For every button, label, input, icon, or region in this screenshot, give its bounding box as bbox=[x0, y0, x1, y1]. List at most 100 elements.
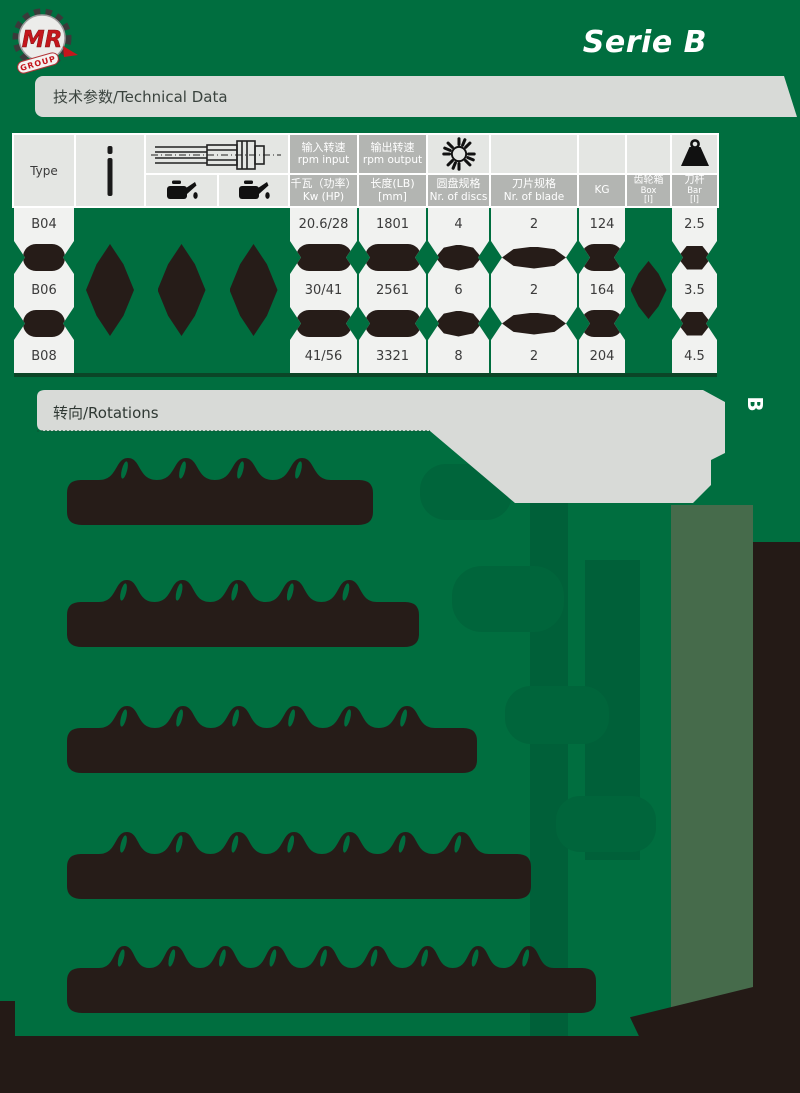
cell-type: B06 bbox=[14, 274, 74, 307]
weight-icon bbox=[677, 138, 713, 170]
technical-data-banner: 技术参数/Technical Data bbox=[35, 76, 797, 117]
cell-bar-oil: 3.5 bbox=[672, 274, 717, 307]
i-bar-icon bbox=[104, 144, 116, 198]
cell-weight: 204 bbox=[579, 340, 625, 373]
column-length: 1801 2561 3321 bbox=[359, 208, 426, 373]
rotation-diagram-redacted bbox=[65, 703, 479, 775]
cell-blades: 2 bbox=[491, 208, 577, 241]
header-discs-en: Nr. of discs bbox=[428, 191, 489, 203]
series-side-tab: B bbox=[743, 389, 767, 419]
cell-power: 20.6/28 bbox=[290, 208, 357, 241]
decor-black-bottom-band bbox=[0, 1036, 800, 1093]
company-logo: MR GROUP bbox=[6, 4, 78, 76]
redacted-cell bbox=[14, 307, 74, 340]
cell-blades: 2 bbox=[491, 340, 577, 373]
header-length-zh: 长度(LB) bbox=[359, 178, 426, 191]
header-rpm-output-zh: 输出转速 bbox=[359, 142, 426, 155]
redacted-value-blob bbox=[296, 244, 352, 271]
spec-table-header: Type 输入转速 bbox=[12, 133, 719, 208]
header-bar-icon-cell bbox=[219, 175, 288, 206]
header-length-en: [mm] bbox=[359, 191, 426, 203]
header-bar-unit: [l] bbox=[672, 196, 717, 205]
column-discs: 4 6 8 bbox=[428, 208, 489, 373]
cell-type: B08 bbox=[14, 340, 74, 373]
page-title: Serie B bbox=[583, 25, 707, 60]
redacted-cell bbox=[579, 241, 625, 274]
decor-patch bbox=[556, 796, 656, 852]
header-power-label: 千瓦（功率） Kw (HP) bbox=[290, 175, 357, 206]
cell-discs: 6 bbox=[428, 274, 489, 307]
header-power-en: Kw (HP) bbox=[290, 191, 357, 203]
decor-black-corner bbox=[0, 1001, 15, 1041]
redacted-value-blob bbox=[502, 247, 566, 269]
header-discs-zh: 圆盘规格 bbox=[428, 178, 489, 191]
redacted-column-blob bbox=[230, 244, 278, 336]
cell-discs: 8 bbox=[428, 340, 489, 373]
redacted-value-blob bbox=[680, 246, 710, 270]
header-blade-label: 刀片规格 Nr. of blade bbox=[491, 175, 577, 206]
column-weight: 124 164 204 bbox=[579, 208, 625, 373]
technical-data-title: 技术参数/Technical Data bbox=[53, 86, 228, 107]
redacted-value-blob bbox=[436, 245, 482, 271]
header-blade-zh: 刀片规格 bbox=[491, 178, 577, 191]
header-length-icon-cell bbox=[491, 135, 577, 173]
header-kg-label: KG bbox=[579, 175, 625, 206]
redacted-value-blob bbox=[680, 312, 710, 336]
cell-discs: 4 bbox=[428, 208, 489, 241]
decor-olive-band bbox=[671, 505, 753, 1013]
cell-weight: 164 bbox=[579, 274, 625, 307]
cell-weight: 124 bbox=[579, 208, 625, 241]
redacted-cell bbox=[491, 241, 577, 274]
redacted-cell bbox=[428, 307, 489, 340]
redacted-value-blob bbox=[365, 310, 421, 337]
rotation-diagram-redacted bbox=[65, 829, 533, 901]
redacted-cell bbox=[14, 241, 74, 274]
redacted-column-blob bbox=[158, 244, 206, 336]
header-pto-shaft bbox=[146, 135, 288, 173]
cell-bar-oil: 2.5 bbox=[672, 208, 717, 241]
redacted-cell bbox=[428, 241, 489, 274]
header-redacted-column bbox=[76, 135, 144, 206]
column-rpm-output-redacted bbox=[219, 208, 288, 373]
header-length-label: 长度(LB) [mm] bbox=[359, 175, 426, 206]
cell-type: B04 bbox=[14, 208, 74, 241]
column-box-oil-redacted bbox=[627, 208, 670, 373]
redacted-cell bbox=[290, 241, 357, 274]
catalog-page: MR GROUP Serie B 技术参数/Technical Data Typ… bbox=[0, 0, 800, 1093]
redacted-cell bbox=[672, 307, 717, 340]
header-rpm-input: 输入转速 rpm input bbox=[290, 135, 357, 173]
header-bar-label: 刀杆 Bar [l] bbox=[672, 175, 717, 206]
header-rpm-input-zh: 输入转速 bbox=[290, 142, 357, 155]
column-blades: 2 2 2 bbox=[491, 208, 577, 373]
header-kg-text: KG bbox=[579, 184, 625, 196]
redacted-cell bbox=[359, 307, 426, 340]
header-rpm-input-en: rpm input bbox=[290, 154, 357, 166]
decor-patch bbox=[452, 566, 564, 632]
redacted-value-blob bbox=[581, 244, 623, 271]
redacted-value-blob bbox=[502, 313, 566, 335]
header-power-icon-cell bbox=[428, 135, 489, 173]
redacted-value-blob bbox=[365, 244, 421, 271]
rotations-title: 转向/Rotations bbox=[53, 402, 159, 423]
rotation-diagram-redacted bbox=[65, 577, 421, 649]
redacted-value-blob bbox=[23, 310, 65, 337]
logo-flourish bbox=[63, 46, 78, 57]
header-blade-icon-cell bbox=[627, 135, 670, 173]
column-power: 20.6/28 30/41 41/56 bbox=[290, 208, 357, 373]
redacted-cell bbox=[359, 241, 426, 274]
redacted-value-blob bbox=[23, 244, 65, 271]
header-rpm-output-en: rpm output bbox=[359, 154, 426, 166]
header-weight-icon-cell bbox=[672, 135, 717, 173]
decor-black-right-band bbox=[753, 542, 800, 1093]
cell-power: 41/56 bbox=[290, 340, 357, 373]
header-blade-en: Nr. of blade bbox=[491, 191, 577, 203]
header-discs-icon-cell bbox=[579, 135, 625, 173]
column-bar-oil: 2.5 3.5 4.5 bbox=[672, 208, 717, 373]
oil-can-icon bbox=[237, 179, 271, 203]
header-power-zh: 千瓦（功率） bbox=[290, 178, 357, 191]
header-rpm-output: 输出转速 rpm output bbox=[359, 135, 426, 173]
pto-shaft-icon bbox=[151, 138, 283, 170]
column-redacted-i bbox=[76, 208, 144, 373]
cell-blades: 2 bbox=[491, 274, 577, 307]
oil-can-icon bbox=[165, 179, 199, 203]
